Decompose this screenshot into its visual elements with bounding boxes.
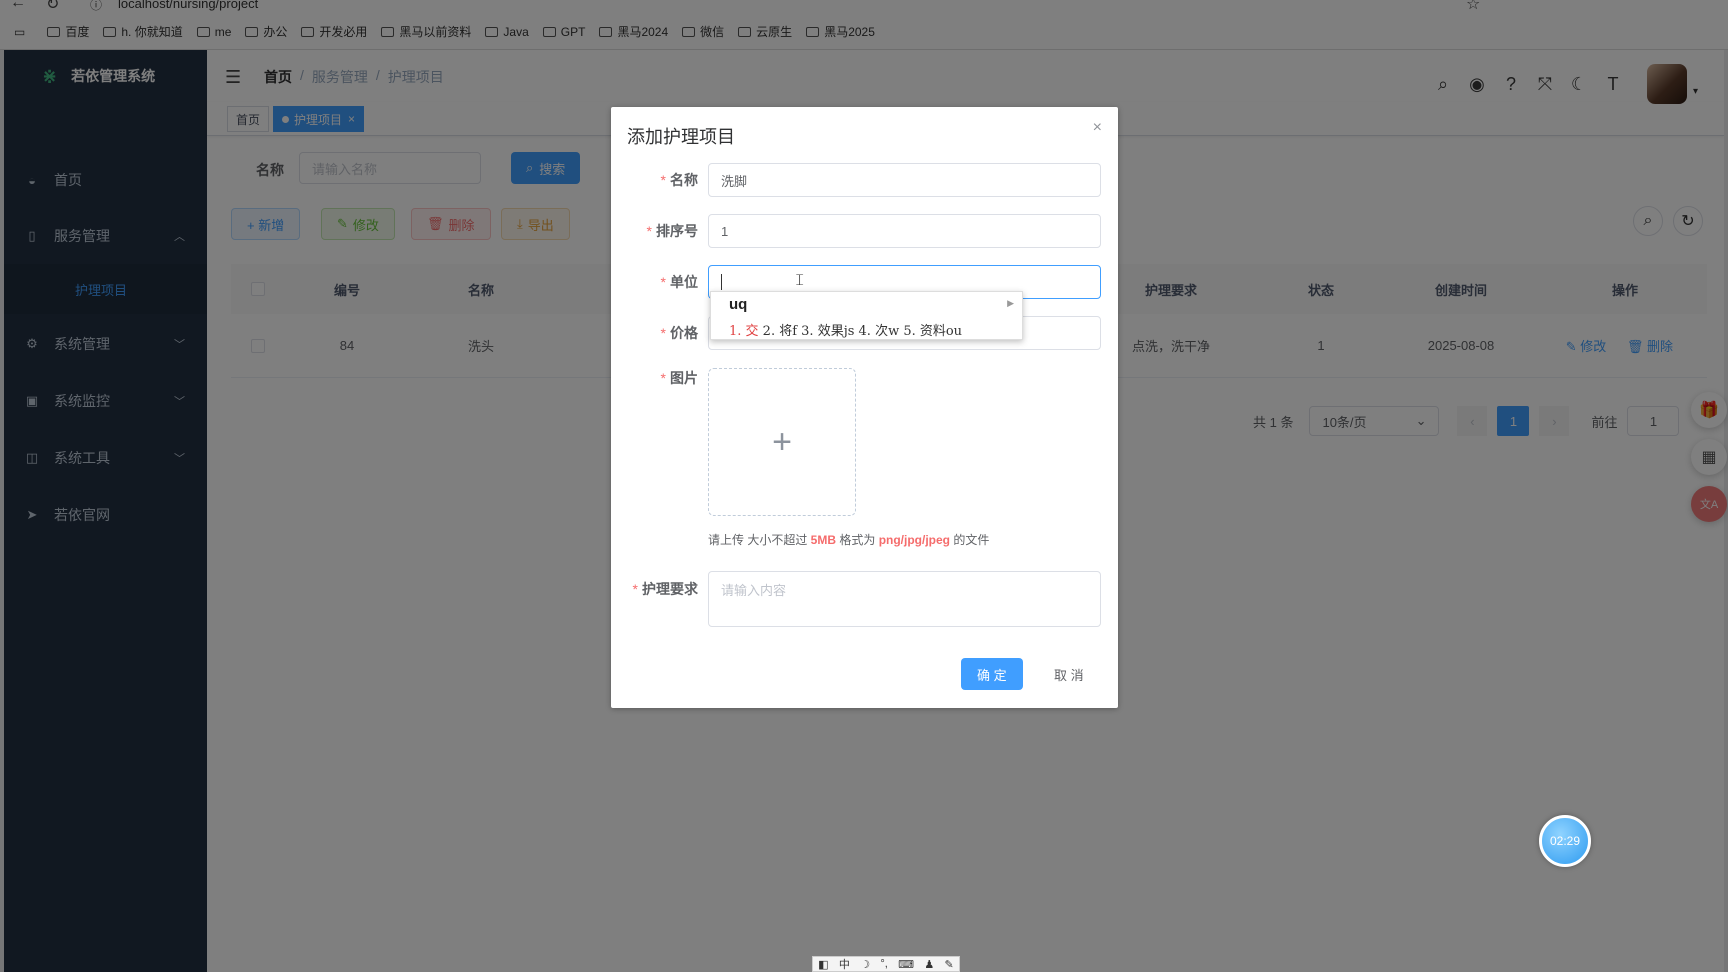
close-icon[interactable]: × — [1093, 119, 1102, 137]
name-input[interactable]: 洗脚 — [708, 163, 1101, 197]
ime-status-bar: ◧ 中 ☽ °, ⌨ ♟ ✎ — [812, 956, 960, 972]
ime-composition: uq — [729, 296, 748, 313]
image-label: * 图片 — [660, 370, 698, 386]
ime-candidate-list[interactable]: 2. 将f 3. 效果js 4. 次w 5. 资料ou — [759, 324, 962, 339]
upload-tip-text: 请上传 大小不超过 — [708, 533, 811, 547]
upload-tip-formats: png/jpg/jpeg — [878, 533, 951, 547]
order-label: * 排序号 — [646, 223, 698, 239]
ime-logo-icon[interactable]: ◧ — [818, 958, 828, 971]
recording-timer[interactable]: 02:29 — [1539, 815, 1591, 867]
unit-label: * 单位 — [660, 274, 698, 290]
requirement-label-text: 护理要求 — [642, 581, 698, 597]
ime-mode-label[interactable]: 中 — [839, 956, 850, 972]
dialog-title: 添加护理项目 — [627, 127, 735, 147]
upload-tip-text: 格式为 — [836, 533, 879, 547]
user-icon[interactable]: ♟ — [924, 958, 934, 971]
wrench-icon[interactable]: ✎ — [945, 958, 954, 971]
form-row-name: * 名称 洗脚 — [611, 163, 1118, 197]
requirement-textarea[interactable]: 请输入内容 — [708, 571, 1101, 627]
ibeam-cursor-icon: 𝙸 — [794, 272, 806, 289]
upload-tip-text: 的文件 — [950, 533, 990, 547]
add-nursing-dialog: 添加护理项目 × * 名称 洗脚 * 排序号 1 * 单位 𝙸 * 价格 * 图片 + 请… — [611, 107, 1118, 708]
image-label-text: 图片 — [670, 370, 698, 386]
ime-next-arrow-icon[interactable]: ▶ — [1007, 298, 1014, 309]
name-label: * 名称 — [660, 172, 698, 188]
upload-tip: 请上传 大小不超过 5MB 格式为 png/jpg/jpeg 的文件 — [708, 531, 989, 548]
ime-first-candidate[interactable]: 1. 交 — [729, 324, 759, 339]
requirement-label: * 护理要求 — [632, 581, 698, 597]
text-cursor — [721, 274, 722, 290]
form-row-image: * 图片 — [611, 368, 1118, 388]
ime-candidates[interactable]: 1. 交 2. 将f 3. 效果js 4. 次w 5. 资料ou — [729, 320, 962, 339]
upload-tip-size: 5MB — [810, 533, 837, 547]
name-label-text: 名称 — [670, 172, 698, 188]
moon-icon[interactable]: ☽ — [860, 958, 870, 971]
order-input[interactable]: 1 — [708, 214, 1101, 248]
form-row-order: * 排序号 1 — [611, 214, 1118, 248]
image-uploader[interactable]: + — [708, 368, 856, 516]
price-label-text: 价格 — [670, 325, 698, 341]
cancel-button[interactable]: 取 消 — [1039, 658, 1099, 690]
price-label: * 价格 — [660, 325, 698, 341]
ime-candidate-window: uq ▶ 1. 交 2. 将f 3. 效果js 4. 次w 5. 资料ou — [710, 291, 1023, 340]
order-label-text: 排序号 — [656, 223, 698, 239]
punctuation-icon[interactable]: °, — [880, 958, 887, 970]
unit-label-text: 单位 — [670, 274, 698, 290]
confirm-button[interactable]: 确 定 — [961, 658, 1023, 690]
keyboard-icon[interactable]: ⌨ — [898, 958, 914, 971]
